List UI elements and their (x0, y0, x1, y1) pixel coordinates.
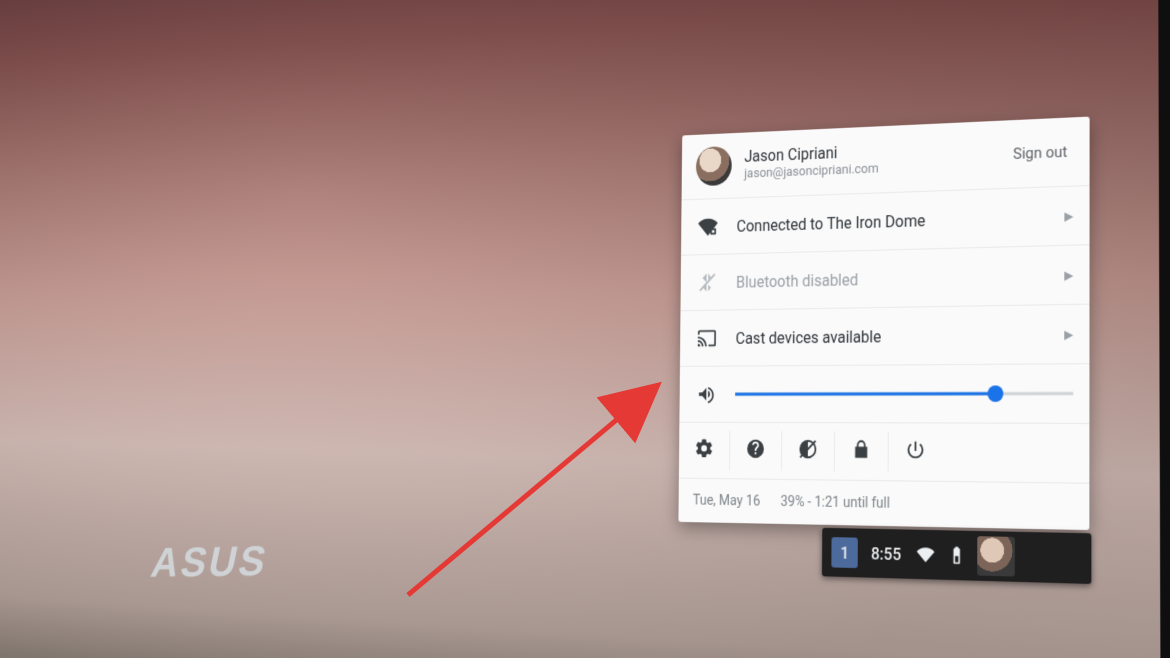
night-light-toggle[interactable] (782, 431, 835, 472)
help-button[interactable] (730, 431, 782, 471)
cast-icon (694, 327, 719, 349)
power-button[interactable] (889, 431, 943, 472)
volume-slider[interactable] (735, 381, 1073, 406)
wifi-icon (914, 543, 935, 566)
notification-badge[interactable]: 1 (831, 537, 858, 568)
wifi-icon (695, 216, 720, 238)
system-panel: Jason Cipriani jason@jasoncipriani.com S… (678, 117, 1089, 531)
lock-icon (851, 438, 872, 464)
chevron-right-icon: ▸ (1056, 323, 1073, 345)
volume-row (679, 363, 1089, 423)
status-battery: 39% - 1:21 until full (780, 494, 890, 512)
bluetooth-disabled-icon (695, 271, 720, 293)
bluetooth-row[interactable]: Bluetooth disabled ▸ (680, 244, 1089, 310)
photo-scene: ASUS Jason Cipriani jason@jasoncipriani.… (0, 0, 1170, 658)
night-light-icon (798, 438, 819, 464)
cast-label: Cast devices available (736, 325, 1039, 348)
status-date: Tue, May 16 (693, 493, 761, 510)
battery-icon (945, 544, 967, 567)
gear-icon (694, 437, 714, 463)
system-shelf[interactable]: 1 8:55 (822, 528, 1091, 584)
lock-button[interactable] (835, 431, 889, 472)
settings-button[interactable] (679, 431, 730, 471)
chevron-right-icon: ▸ (1056, 264, 1073, 286)
sign-out-button[interactable]: Sign out (1007, 142, 1073, 163)
cast-row[interactable]: Cast devices available ▸ (680, 304, 1090, 366)
volume-icon[interactable] (694, 383, 719, 405)
notification-count: 1 (840, 543, 849, 562)
action-row (679, 422, 1090, 483)
screen-stage: Jason Cipriani jason@jasoncipriani.com S… (139, 0, 1164, 658)
shelf-clock: 8:55 (867, 543, 905, 563)
avatar (696, 146, 732, 186)
shelf-avatar[interactable] (977, 536, 1015, 576)
bluetooth-label: Bluetooth disabled (736, 266, 1038, 292)
power-icon (905, 439, 926, 466)
help-icon (745, 438, 765, 464)
status-row: Tue, May 16 39% - 1:21 until full (678, 478, 1089, 530)
wifi-label: Connected to The Iron Dome (736, 207, 1038, 235)
chevron-right-icon: ▸ (1056, 205, 1073, 227)
